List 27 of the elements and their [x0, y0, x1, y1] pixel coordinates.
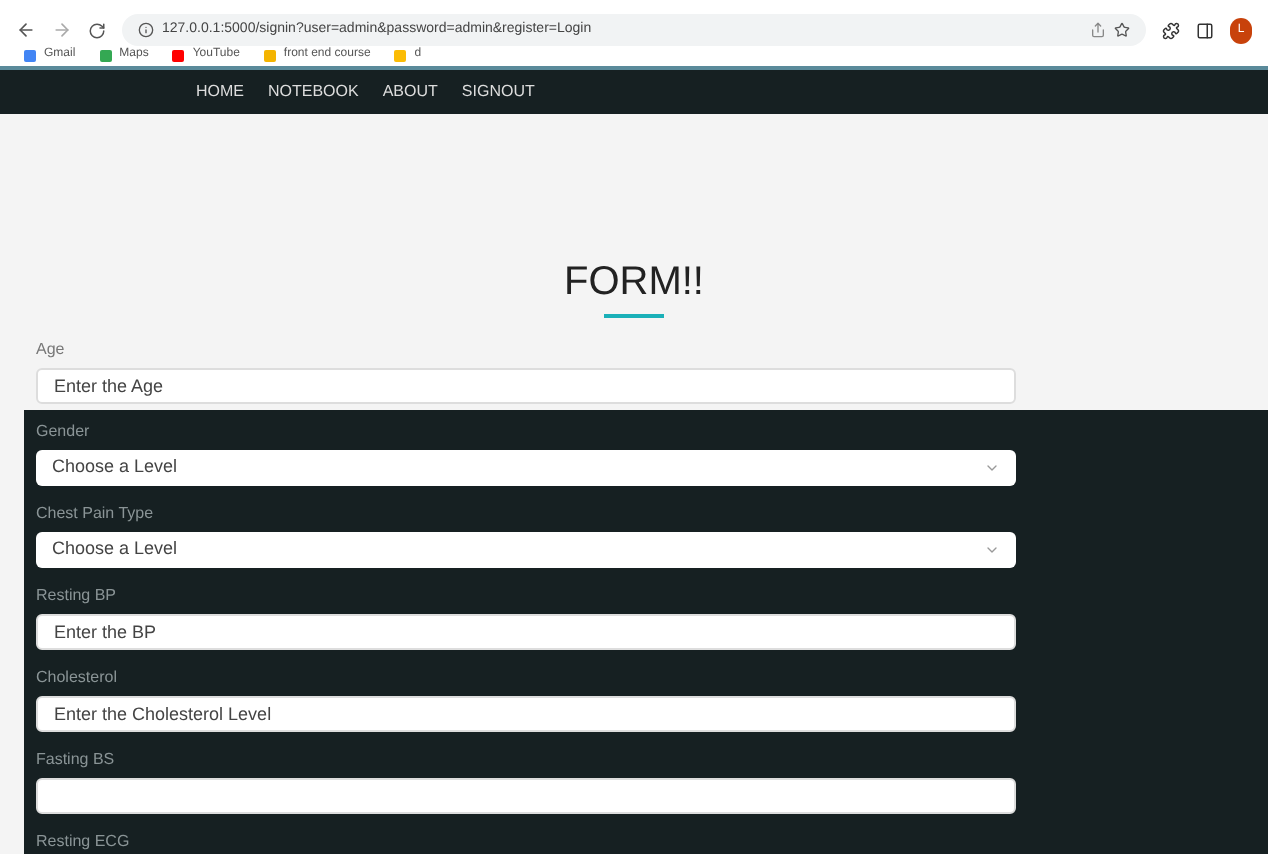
- field-label: Gender: [36, 420, 90, 444]
- nav-link[interactable]: SIGNOUT: [461, 80, 535, 104]
- share-icon[interactable]: [1090, 22, 1106, 38]
- chevron-icon: [984, 460, 1000, 476]
- dropdown[interactable]: Choose a Level: [36, 450, 1016, 486]
- field-label: Resting ECG: [36, 830, 130, 854]
- field-label: Chest Pain Type: [36, 502, 154, 526]
- nav-link[interactable]: HOME: [196, 80, 244, 104]
- dropdown[interactable]: Choose a Level: [36, 532, 1016, 568]
- input-field[interactable]: Enter the BP: [36, 614, 1016, 650]
- field-label: Resting BP: [36, 584, 117, 608]
- info-icon: [138, 22, 154, 38]
- heading-underline: [604, 314, 664, 318]
- nav-link[interactable]: ABOUT: [382, 80, 438, 104]
- field-label: Cholesterol: [36, 666, 117, 690]
- star-icon[interactable]: [1114, 22, 1130, 38]
- sidebar-icon[interactable]: [1196, 21, 1214, 39]
- nav-link[interactable]: NOTEBOOK: [268, 80, 359, 104]
- back-icon[interactable]: [16, 20, 36, 40]
- input-field[interactable]: Enter the Age: [36, 368, 1016, 404]
- input-field[interactable]: Enter the Cholesterol Level: [36, 696, 1016, 732]
- field-label: Fasting BS: [36, 748, 115, 772]
- reload-icon[interactable]: [88, 21, 106, 39]
- field-label: Age: [36, 338, 65, 362]
- form-heading: FORM!!: [564, 258, 704, 308]
- input-field[interactable]: [36, 778, 1016, 814]
- chevron-icon: [984, 542, 1000, 558]
